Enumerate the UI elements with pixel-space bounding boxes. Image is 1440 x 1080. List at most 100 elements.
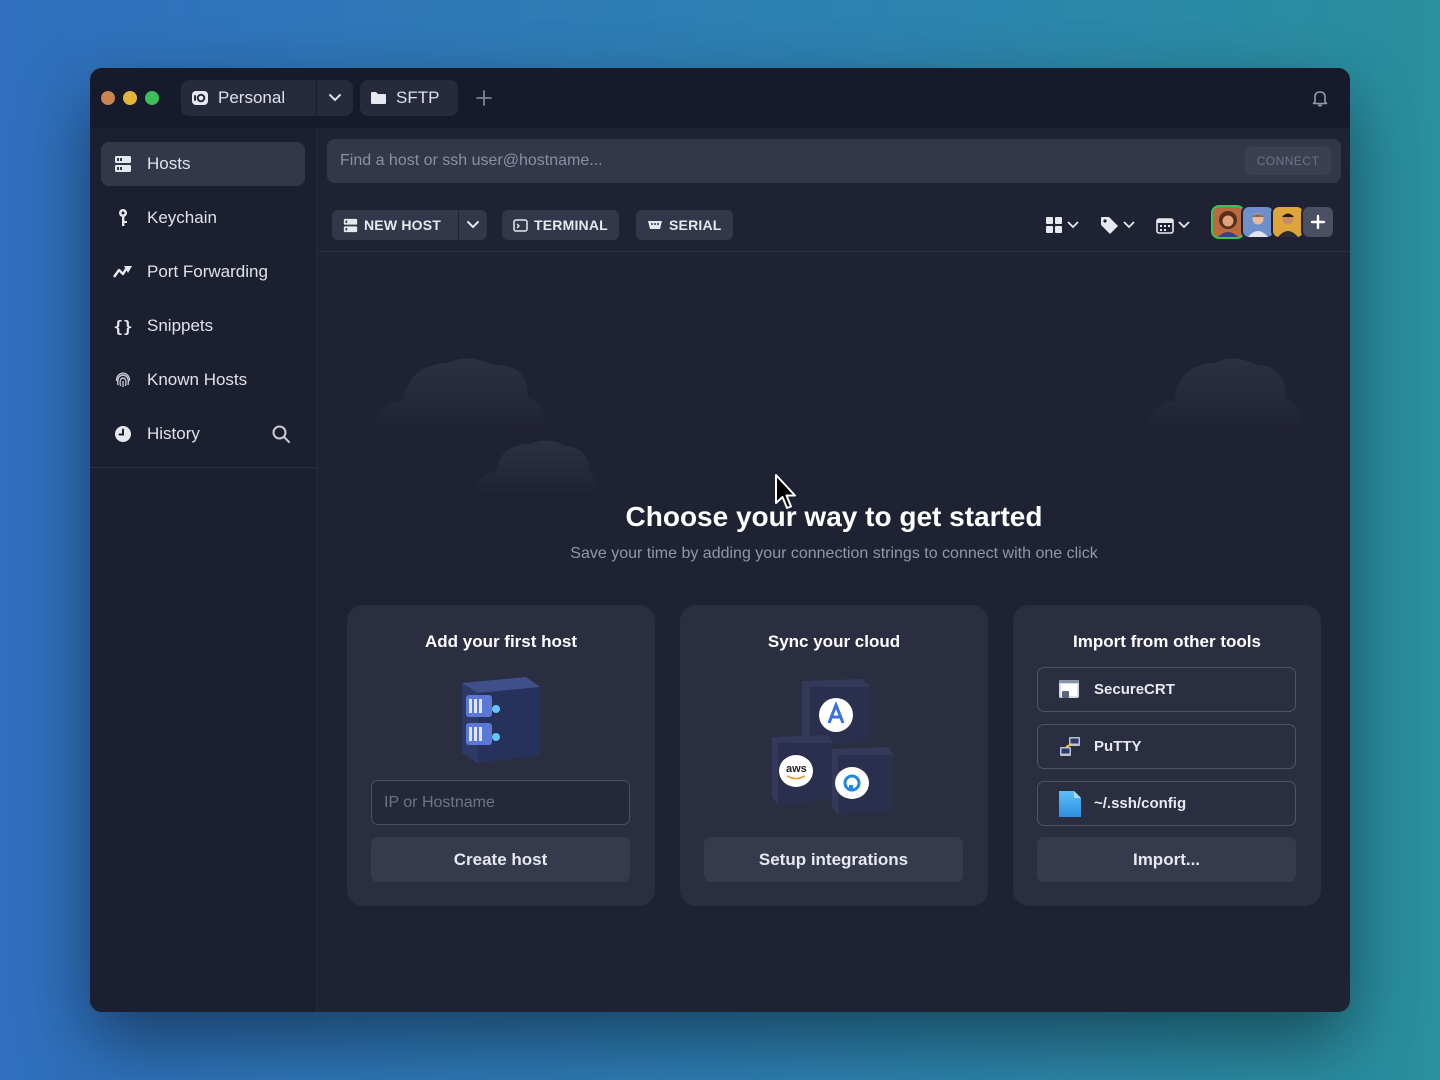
vault-label: Personal: [218, 88, 286, 107]
sidebar-item-snippets[interactable]: {} Snippets: [101, 304, 305, 348]
file-icon: [1059, 790, 1081, 817]
window-controls: [101, 91, 159, 105]
chevron-down-icon: [1123, 221, 1135, 229]
tool-label: SecureCRT: [1094, 681, 1175, 698]
avatar[interactable]: [1271, 205, 1305, 239]
bell-icon: [1312, 91, 1328, 107]
braces-icon: {}: [113, 316, 133, 336]
vault-dropdown-button[interactable]: [317, 80, 353, 116]
terminal-icon: [513, 219, 528, 232]
tab-sftp-label: SFTP: [396, 88, 440, 107]
serial-label: SERIAL: [669, 217, 722, 233]
calendar-icon: [1156, 218, 1174, 234]
add-member-button[interactable]: [1301, 205, 1335, 239]
sidebar-item-label: Port Forwarding: [147, 262, 268, 281]
vault-icon: [192, 91, 208, 105]
search-icon: [272, 425, 290, 443]
putty-icon: [1060, 736, 1080, 756]
chevron-down-icon: [329, 94, 341, 102]
serial-button[interactable]: SERIAL: [636, 210, 733, 240]
minimize-window-button[interactable]: [123, 91, 137, 105]
new-tab-button[interactable]: [472, 86, 496, 110]
svg-text:aws: aws: [786, 763, 807, 775]
vault-selector: Personal: [181, 80, 353, 116]
sidebar-item-history[interactable]: History: [101, 412, 305, 456]
page-subtitle: Save your time by adding your connection…: [570, 545, 1098, 562]
sidebar-item-label: Hosts: [147, 154, 191, 173]
host-search-input[interactable]: Find a host or ssh user@hostname... CONN…: [327, 139, 1341, 183]
terminal-button[interactable]: TERMINAL: [502, 210, 619, 240]
sort-button[interactable]: [1156, 212, 1190, 238]
server-icon: [462, 677, 540, 763]
import-button[interactable]: Import...: [1037, 837, 1296, 882]
chevron-down-icon: [1067, 221, 1079, 229]
tool-label: PuTTY: [1094, 738, 1142, 755]
tags-filter-button[interactable]: [1100, 212, 1135, 238]
cloud-decoration: [1148, 358, 1302, 433]
avatar[interactable]: [1211, 205, 1245, 239]
tool-label: ~/.ssh/config: [1094, 795, 1187, 812]
grid-view-icon: [1046, 217, 1062, 233]
import-securecrt-button[interactable]: SecureCRT: [1037, 667, 1296, 712]
chevron-down-icon: [1178, 221, 1190, 229]
hosts-icon: [113, 154, 133, 174]
avatar[interactable]: [1241, 205, 1275, 239]
card-title: Sync your cloud: [767, 632, 901, 651]
chevron-down-icon: [467, 221, 479, 229]
page-title: Choose your way to get started: [625, 501, 1043, 532]
sidebar-item-known-hosts[interactable]: Known Hosts: [101, 358, 305, 402]
person-avatar-icon: [1218, 211, 1238, 237]
plus-icon: [1310, 214, 1326, 230]
vault-tab-personal[interactable]: Personal: [181, 80, 317, 116]
connect-button[interactable]: CONNECT: [1245, 147, 1331, 175]
tag-icon: [1101, 216, 1118, 234]
new-host-dropdown-button[interactable]: [459, 210, 487, 240]
sidebar-item-keychain[interactable]: Keychain: [101, 196, 305, 240]
toolbar: NEW HOST TERMINAL SERIAL: [318, 198, 1350, 252]
hosts-icon: [343, 218, 358, 232]
plus-icon: [476, 90, 492, 106]
clock-icon: [113, 424, 133, 444]
notifications-button[interactable]: [1310, 88, 1330, 108]
import-putty-button[interactable]: PuTTY: [1037, 724, 1296, 769]
cloud-decoration: [373, 358, 546, 433]
setup-integrations-button[interactable]: Setup integrations: [704, 837, 963, 882]
hostname-input[interactable]: [371, 780, 630, 825]
serial-port-icon: [648, 221, 662, 229]
fingerprint-icon: [113, 370, 133, 390]
team-avatars: [1211, 205, 1335, 241]
new-host-button[interactable]: NEW HOST: [332, 210, 458, 240]
cloud-decoration: [474, 440, 598, 496]
cloud-providers-icon: aws: [772, 679, 894, 815]
terminal-label: TERMINAL: [534, 217, 608, 233]
person-avatar-icon: [1278, 213, 1298, 237]
sidebar-item-label: History: [147, 424, 200, 443]
sidebar-item-label: Snippets: [147, 316, 214, 335]
securecrt-icon: [1059, 679, 1079, 698]
port-forwarding-icon: [113, 262, 133, 282]
create-host-button[interactable]: Create host: [371, 837, 630, 882]
sidebar-divider: [90, 467, 317, 468]
new-host-label: NEW HOST: [364, 217, 442, 233]
view-mode-button[interactable]: [1045, 212, 1079, 238]
key-icon: [113, 208, 133, 228]
sidebar-item-port-forwarding[interactable]: Port Forwarding: [101, 250, 305, 294]
search-placeholder: Find a host or ssh user@hostname...: [340, 152, 603, 169]
history-search-button[interactable]: [271, 424, 291, 444]
mouse-cursor-icon: [775, 474, 796, 509]
import-ssh-config-button[interactable]: ~/.ssh/config: [1037, 781, 1296, 826]
maximize-window-button[interactable]: [145, 91, 159, 105]
card-title: Import from other tools: [1073, 632, 1261, 651]
card-title: Add your first host: [424, 632, 578, 651]
sidebar-item-hosts[interactable]: Hosts: [101, 142, 305, 186]
sync-cloud-card: Sync your cloud aws Setup integrations: [680, 605, 988, 906]
app-window: Personal SFTP Hosts Keychain Port Forwar…: [90, 68, 1350, 1012]
import-card: Import from other tools SecureCRT PuTTY …: [1013, 605, 1321, 906]
sidebar-item-label: Known Hosts: [147, 370, 248, 389]
add-host-card: Add your first host Create host: [347, 605, 655, 906]
titlebar: Personal SFTP: [90, 68, 1350, 128]
tab-sftp[interactable]: SFTP: [360, 80, 458, 116]
sidebar-item-label: Keychain: [147, 208, 217, 227]
close-window-button[interactable]: [101, 91, 115, 105]
sidebar: Hosts Keychain Port Forwarding {} Snippe…: [90, 128, 317, 1012]
